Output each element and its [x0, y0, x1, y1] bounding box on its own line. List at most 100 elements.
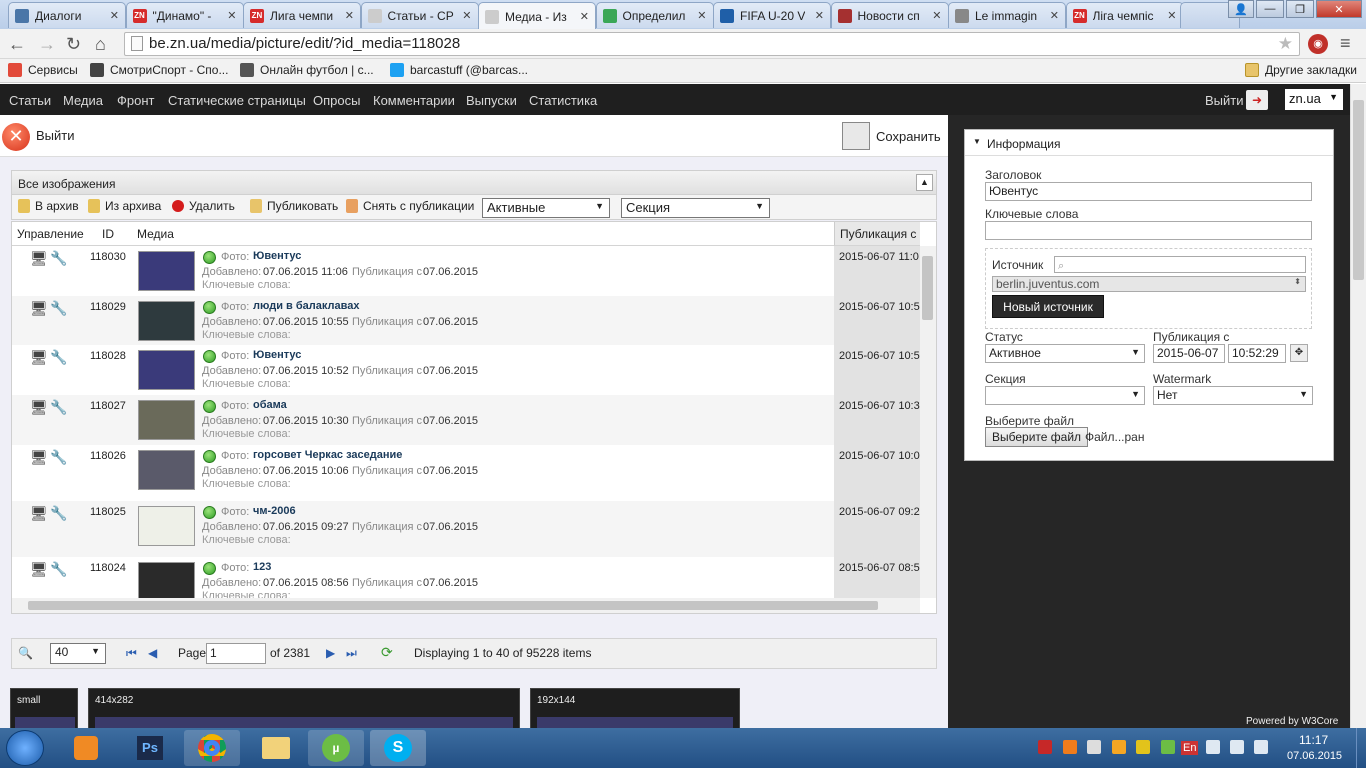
media-thumbnail[interactable]	[138, 450, 195, 490]
media-thumbnail[interactable]	[138, 251, 195, 291]
close-window-button[interactable]: ✕	[1316, 0, 1362, 18]
notification-icon[interactable]	[1136, 740, 1150, 754]
monitor-icon[interactable]: 🖥	[30, 399, 48, 416]
forward-icon[interactable]: →	[38, 34, 56, 55]
column-header-id[interactable]: ID	[82, 222, 132, 246]
volume-icon[interactable]	[1087, 740, 1101, 754]
section-filter-select[interactable]: Секция ▼	[621, 198, 770, 218]
media-thumbnail[interactable]	[138, 562, 195, 598]
refresh-icon[interactable]: ⟳	[381, 644, 393, 661]
media-player-icon[interactable]	[58, 730, 114, 766]
scroll-thumb[interactable]	[922, 256, 933, 320]
watermark-select[interactable]: Нет ▼	[1153, 386, 1313, 405]
heading-input[interactable]: Ювентус	[985, 182, 1312, 201]
search-icon[interactable]: 🔍	[18, 646, 33, 660]
star-icon[interactable]: ★	[1278, 34, 1293, 54]
wrench-icon[interactable]: 🔧	[50, 449, 67, 466]
admin-nav-item[interactable]: Опросы	[313, 93, 360, 108]
archive-button[interactable]: В архив	[18, 199, 79, 213]
column-header-control[interactable]: Управление	[12, 222, 84, 246]
save-button[interactable]: Сохранить	[876, 129, 941, 144]
photoshop-icon[interactable]: Ps	[122, 730, 178, 766]
triangle-down-icon[interactable]: ▼	[973, 137, 981, 146]
exit-icon[interactable]: ✕	[2, 123, 30, 151]
browser-tab[interactable]: Медиа - Из ✕	[478, 2, 596, 30]
status-filter-select[interactable]: Активные ▼	[482, 198, 610, 218]
address-bar[interactable]: be.zn.ua/media/picture/edit/?id_media=11…	[124, 32, 1300, 56]
bookmark-item[interactable]: СмотриСпорт - Спо...	[90, 63, 228, 77]
tray-app-icon[interactable]	[1062, 740, 1077, 754]
admin-nav-item[interactable]: Статические страницы	[168, 93, 306, 108]
prev-page-icon[interactable]: ◀	[148, 646, 157, 660]
exit-button[interactable]: Выйти	[36, 128, 75, 143]
admin-nav-item[interactable]: Выпуски	[466, 93, 517, 108]
signal-icon[interactable]	[1254, 740, 1268, 754]
tray-update-icon[interactable]	[1111, 740, 1126, 754]
wrench-icon[interactable]: 🔧	[50, 561, 67, 578]
page-number-input[interactable]: 1	[206, 643, 266, 664]
per-page-select[interactable]: 40 ▼	[50, 643, 106, 664]
save-icon[interactable]	[842, 122, 870, 150]
media-title[interactable]: горсовет Черкас заседание	[253, 449, 402, 461]
start-button[interactable]	[6, 730, 44, 766]
close-tab-icon[interactable]: ✕	[223, 9, 236, 22]
clock-date[interactable]: 07.06.2015	[1287, 750, 1342, 762]
monitor-icon[interactable]: 🖥	[30, 505, 48, 522]
table-row[interactable]: 🖥 🔧 118026 Фото: горсовет Черкас заседание До…	[12, 445, 920, 501]
close-tab-icon[interactable]: ✕	[693, 9, 706, 22]
table-row[interactable]: 🖥 🔧 118024 Фото: 123 Добавлено: 07.06.2015 08:…	[12, 557, 920, 598]
table-row[interactable]: 🖥 🔧 118025 Фото: чм-2006 Добавлено: 07.06.2015…	[12, 501, 920, 557]
table-row[interactable]: 🖥 🔧 118027 Фото: обама Добавлено: 07.06.2015 1…	[12, 395, 920, 445]
media-thumbnail[interactable]	[138, 301, 195, 341]
delete-button[interactable]: Удалить	[172, 199, 235, 213]
menu-icon[interactable]: ≡	[1340, 33, 1351, 54]
browser-tab[interactable]: ZN Ліга чемпіс ✕	[1065, 2, 1184, 28]
network-icon[interactable]	[1230, 740, 1244, 754]
clock-time[interactable]: 11:17	[1299, 733, 1328, 747]
first-page-icon[interactable]: ⏮	[126, 646, 137, 661]
media-thumbnail[interactable]	[138, 506, 195, 546]
preview-small[interactable]: small	[10, 688, 78, 728]
browser-tab[interactable]: Диалоги ✕	[8, 2, 126, 28]
preview-192x144[interactable]: 192x144	[530, 688, 740, 728]
table-row[interactable]: 🖥 🔧 118028 Фото: Ювентус Добавлено: 07.06.2015…	[12, 345, 920, 395]
wrench-icon[interactable]: 🔧	[50, 399, 67, 416]
unpublish-button[interactable]: Снять с публикации	[346, 199, 474, 213]
wrench-icon[interactable]: 🔧	[50, 300, 67, 317]
browser-tab[interactable]: FIFA U-20 V ✕	[713, 2, 831, 28]
close-tab-icon[interactable]: ✕	[1046, 9, 1059, 22]
close-tab-icon[interactable]: ✕	[341, 9, 354, 22]
media-title[interactable]: 123	[253, 561, 271, 573]
language-indicator[interactable]: En	[1181, 741, 1199, 755]
close-tab-icon[interactable]: ✕	[1163, 9, 1176, 22]
keywords-input[interactable]	[985, 221, 1312, 240]
utorrent-icon[interactable]: µ	[308, 730, 364, 766]
source-search-input[interactable]: ⌕	[1054, 256, 1306, 273]
choose-file-button[interactable]: Выберите файл	[985, 427, 1089, 447]
monitor-icon[interactable]: 🖥	[30, 561, 48, 578]
acrobat-icon[interactable]	[1038, 740, 1052, 754]
close-tab-icon[interactable]: ✕	[576, 10, 589, 23]
source-select[interactable]: berlin.juventus.com ⬍	[992, 276, 1306, 292]
table-row[interactable]: 🖥 🔧 118030 Фото: Ювентус Добавлено: 07.06.2015…	[12, 246, 920, 296]
show-desktop-button[interactable]	[1356, 728, 1366, 768]
admin-nav-item[interactable]: Статьи	[9, 93, 51, 108]
browser-tab[interactable]: Le immagin ✕	[948, 2, 1066, 28]
site-select[interactable]: zn.ua ▼	[1285, 89, 1343, 110]
pub-date-input[interactable]: 2015-06-07	[1153, 344, 1225, 363]
user-icon[interactable]: 👤	[1228, 0, 1254, 18]
close-tab-icon[interactable]: ✕	[811, 9, 824, 22]
wrench-icon[interactable]: 🔧	[50, 349, 67, 366]
close-tab-icon[interactable]: ✕	[458, 9, 471, 22]
media-thumbnail[interactable]	[138, 350, 195, 390]
preview-414x282[interactable]: 414x282	[88, 688, 520, 728]
time-picker-icon[interactable]: ✥	[1290, 344, 1308, 362]
maximize-button[interactable]: ❐	[1286, 0, 1314, 18]
browser-tab[interactable]: ZN Лига чемпи ✕	[243, 2, 361, 28]
logout-link[interactable]: Выйти	[1205, 93, 1244, 108]
admin-nav-item[interactable]: Медиа	[63, 93, 103, 108]
home-icon[interactable]: ⌂	[95, 34, 106, 55]
skype-icon[interactable]: S	[370, 730, 426, 766]
pub-time-input[interactable]: 10:52:29	[1228, 344, 1286, 363]
collapse-icon[interactable]: ▲	[916, 174, 933, 191]
